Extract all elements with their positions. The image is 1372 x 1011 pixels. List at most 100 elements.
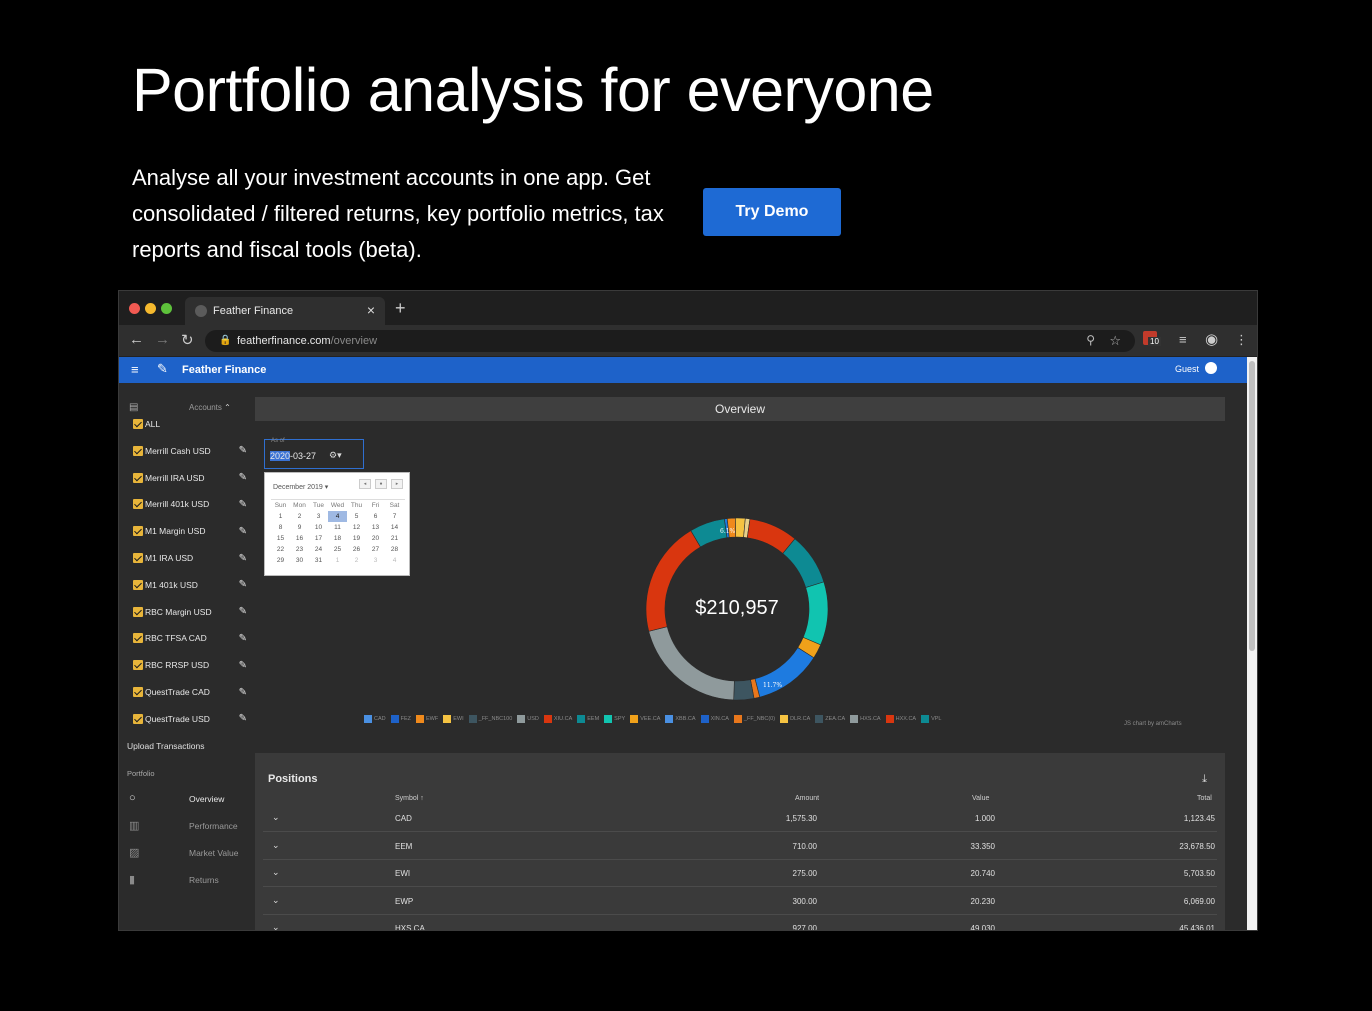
chevron-down-icon[interactable]: ⌄: [272, 812, 280, 823]
back-icon[interactable]: ←: [129, 331, 144, 348]
calendar-day[interactable]: 1: [271, 511, 290, 522]
accounts-header[interactable]: Accounts ⌃: [189, 403, 231, 412]
account-item[interactable]: RBC Margin USD ✎: [133, 605, 247, 619]
upload-transactions-link[interactable]: Upload Transactions: [127, 741, 205, 751]
hamburger-menu-icon[interactable]: ≡: [131, 362, 139, 377]
account-checkbox[interactable]: [133, 526, 143, 537]
calendar-day[interactable]: 3: [309, 511, 328, 522]
legend-item[interactable]: _FF_NBC100: [468, 715, 512, 723]
as-of-date-field[interactable]: As of 2020-03-27 ⚙▾: [264, 438, 364, 469]
calendar-day[interactable]: 24: [309, 544, 328, 555]
calendar-day[interactable]: 31: [309, 555, 328, 566]
legend-item[interactable]: HXS.CA: [850, 715, 881, 723]
playlist-icon[interactable]: ≡: [1179, 332, 1187, 347]
calendar-day[interactable]: 30: [290, 555, 309, 566]
calendar-day[interactable]: 27: [366, 544, 385, 555]
legend-item[interactable]: EEM: [577, 715, 599, 723]
legend-item[interactable]: HXX.CA: [885, 715, 916, 723]
account-checkbox[interactable]: [133, 445, 143, 456]
date-options-icon[interactable]: ⚙▾: [329, 450, 342, 461]
legend-item[interactable]: _FF_NBC(0): [733, 715, 775, 723]
account-checkbox[interactable]: [133, 713, 143, 724]
legend-item[interactable]: DLR.CA: [780, 715, 810, 723]
edit-extension-icon[interactable]: ◉: [1205, 330, 1218, 348]
calendar-day[interactable]: 13: [366, 522, 385, 533]
account-item[interactable]: RBC RRSP USD ✎: [133, 658, 247, 672]
chevron-down-icon[interactable]: ⌄: [272, 922, 280, 930]
account-item[interactable]: ALL: [133, 417, 243, 431]
calendar-day[interactable]: 15: [271, 533, 290, 544]
forward-icon[interactable]: →: [155, 331, 170, 348]
maximize-window-dot[interactable]: [161, 303, 172, 314]
calendar-day[interactable]: 5: [347, 511, 366, 522]
account-item[interactable]: M1 IRA USD ✎: [133, 551, 247, 565]
more-menu-icon[interactable]: ⋮: [1235, 332, 1248, 348]
account-item[interactable]: Merrill IRA USD ✎: [133, 471, 247, 485]
close-window-dot[interactable]: [129, 303, 140, 314]
calendar-day[interactable]: 7: [385, 511, 404, 522]
calendar-day[interactable]: 17: [309, 533, 328, 544]
calendar-day[interactable]: 10: [309, 522, 328, 533]
calendar-month[interactable]: December 2019 ▾: [273, 483, 328, 491]
chevron-down-icon[interactable]: ⌄: [272, 895, 280, 906]
col-total[interactable]: Total: [1197, 795, 1212, 802]
calendar-day[interactable]: 2: [347, 555, 366, 566]
calendar-day[interactable]: 21: [385, 533, 404, 544]
edit-icon[interactable]: ✎: [239, 472, 247, 483]
legend-item[interactable]: VEE.CA: [630, 715, 660, 723]
table-row[interactable]: ⌄ CAD 1,575.30 1.000 1,123.45: [263, 805, 1217, 832]
edit-icon[interactable]: ✎: [239, 553, 247, 564]
edit-icon[interactable]: ✎: [239, 445, 247, 456]
edit-icon[interactable]: ✎: [239, 633, 247, 644]
calendar-day[interactable]: 3: [366, 555, 385, 566]
calendar-day[interactable]: 4: [328, 511, 347, 522]
calendar-day[interactable]: 23: [290, 544, 309, 555]
legend-item[interactable]: CAD: [364, 715, 386, 723]
account-circle-icon[interactable]: [1205, 362, 1217, 374]
new-tab-icon[interactable]: +: [395, 298, 406, 319]
date-value[interactable]: 2020-03-27: [270, 451, 316, 461]
edit-icon[interactable]: ✎: [239, 713, 247, 724]
prev-month-icon[interactable]: ◂: [359, 479, 371, 489]
calendar-day[interactable]: 2: [290, 511, 309, 522]
chevron-down-icon[interactable]: ⌄: [272, 867, 280, 878]
legend-item[interactable]: EWF: [416, 715, 438, 723]
chevron-down-icon[interactable]: ⌄: [272, 840, 280, 851]
account-checkbox[interactable]: [133, 499, 143, 510]
edit-icon[interactable]: ✎: [239, 606, 247, 617]
account-item[interactable]: RBC TFSA CAD ✎: [133, 631, 247, 645]
calendar-day[interactable]: 19: [347, 533, 366, 544]
table-row[interactable]: ⌄ EWI 275.00 20.740 5,703.50: [263, 860, 1217, 887]
edit-icon[interactable]: ✎: [239, 579, 247, 590]
legend-item[interactable]: USD: [517, 715, 539, 723]
next-month-icon[interactable]: ▸: [391, 479, 403, 489]
account-item[interactable]: M1 Margin USD ✎: [133, 524, 247, 538]
account-checkbox[interactable]: [133, 472, 143, 483]
date-picker-calendar[interactable]: December 2019 ▾ ◂ ● ▸ Sun Mon Tue Wed Thu Fri…: [264, 472, 410, 576]
sidebar-item-market-value[interactable]: Market Value: [189, 848, 238, 858]
calendar-day[interactable]: 8: [271, 522, 290, 533]
legend-item[interactable]: SPY: [604, 715, 625, 723]
calendar-day[interactable]: 9: [290, 522, 309, 533]
edit-icon[interactable]: ✎: [239, 660, 247, 671]
edit-icon[interactable]: ✎: [239, 526, 247, 537]
donut-slice-spy[interactable]: [754, 647, 815, 698]
try-demo-button[interactable]: Try Demo: [703, 188, 841, 236]
account-checkbox[interactable]: [133, 553, 143, 563]
calendar-day[interactable]: 22: [271, 544, 290, 555]
edit-icon[interactable]: ✎: [239, 687, 247, 698]
calendar-day[interactable]: 6: [366, 511, 385, 522]
legend-item[interactable]: ZEA.CA: [815, 715, 845, 723]
account-item[interactable]: M1 401k USD ✎: [133, 578, 247, 592]
table-row[interactable]: ⌄ EEM 710.00 33.350 23,678.50: [263, 833, 1217, 860]
col-amount[interactable]: Amount: [795, 795, 819, 802]
legend-item[interactable]: XIU.CA: [543, 715, 572, 723]
calendar-day[interactable]: 26: [347, 544, 366, 555]
account-checkbox[interactable]: [133, 606, 143, 617]
legend-item[interactable]: EWI: [443, 715, 464, 723]
account-item[interactable]: QuestTrade CAD ✎: [133, 685, 247, 699]
calendar-day[interactable]: 14: [385, 522, 404, 533]
zoom-icon[interactable]: ⚲: [1086, 333, 1095, 347]
url-input[interactable]: 🔒 featherfinance.com/overview ⚲ ☆: [205, 330, 1135, 352]
legend-item[interactable]: XBB.CA: [665, 715, 696, 723]
